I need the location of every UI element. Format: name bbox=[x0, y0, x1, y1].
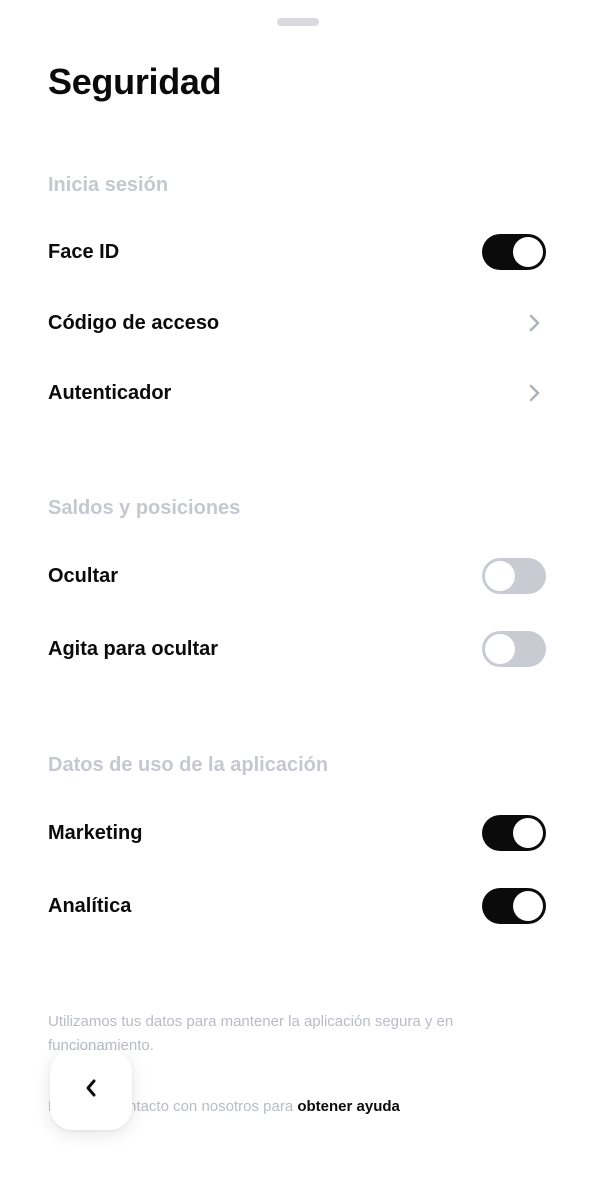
toggle-knob bbox=[485, 634, 515, 664]
row-codigo-de-acceso[interactable]: Código de acceso bbox=[48, 295, 546, 351]
analitica-toggle[interactable] bbox=[482, 888, 546, 924]
toggle-knob bbox=[513, 818, 543, 848]
row-ocultar[interactable]: Ocultar bbox=[48, 548, 546, 604]
section-header-saldos-y-posiciones: Saldos y posiciones bbox=[48, 497, 241, 519]
toggle-knob bbox=[485, 561, 515, 591]
toggle-knob bbox=[513, 891, 543, 921]
row-face-id[interactable]: Face ID bbox=[48, 224, 546, 280]
section-header-datos-de-uso: Datos de uso de la aplicación bbox=[48, 754, 329, 776]
get-help-link[interactable]: obtener ayuda bbox=[297, 1098, 400, 1115]
chevron-right-icon bbox=[524, 313, 544, 333]
face-id-toggle[interactable] bbox=[482, 234, 546, 270]
row-label: Agita para ocultar bbox=[48, 637, 219, 660]
chevron-left-icon bbox=[84, 1078, 98, 1103]
back-button[interactable] bbox=[50, 1050, 132, 1130]
row-label: Autenticador bbox=[48, 381, 172, 404]
row-analitica[interactable]: Analítica bbox=[48, 878, 546, 934]
toggle-knob bbox=[513, 237, 543, 267]
chevron-right-icon bbox=[524, 383, 544, 403]
section-header-inicia-sesion: Inicia sesión bbox=[48, 174, 169, 196]
ocultar-toggle[interactable] bbox=[482, 558, 546, 594]
sheet-grabber[interactable] bbox=[277, 18, 319, 26]
page-title: Seguridad bbox=[48, 61, 222, 102]
agita-para-ocultar-toggle[interactable] bbox=[482, 631, 546, 667]
row-label: Face ID bbox=[48, 240, 120, 263]
row-label: Marketing bbox=[48, 821, 143, 844]
row-autenticador[interactable]: Autenticador bbox=[48, 365, 546, 421]
row-agita-para-ocultar[interactable]: Agita para ocultar bbox=[48, 621, 546, 677]
row-label: Código de acceso bbox=[48, 311, 220, 334]
row-label: Ocultar bbox=[48, 564, 119, 587]
row-label: Analítica bbox=[48, 894, 132, 917]
row-marketing[interactable]: Marketing bbox=[48, 805, 546, 861]
marketing-toggle[interactable] bbox=[482, 815, 546, 851]
